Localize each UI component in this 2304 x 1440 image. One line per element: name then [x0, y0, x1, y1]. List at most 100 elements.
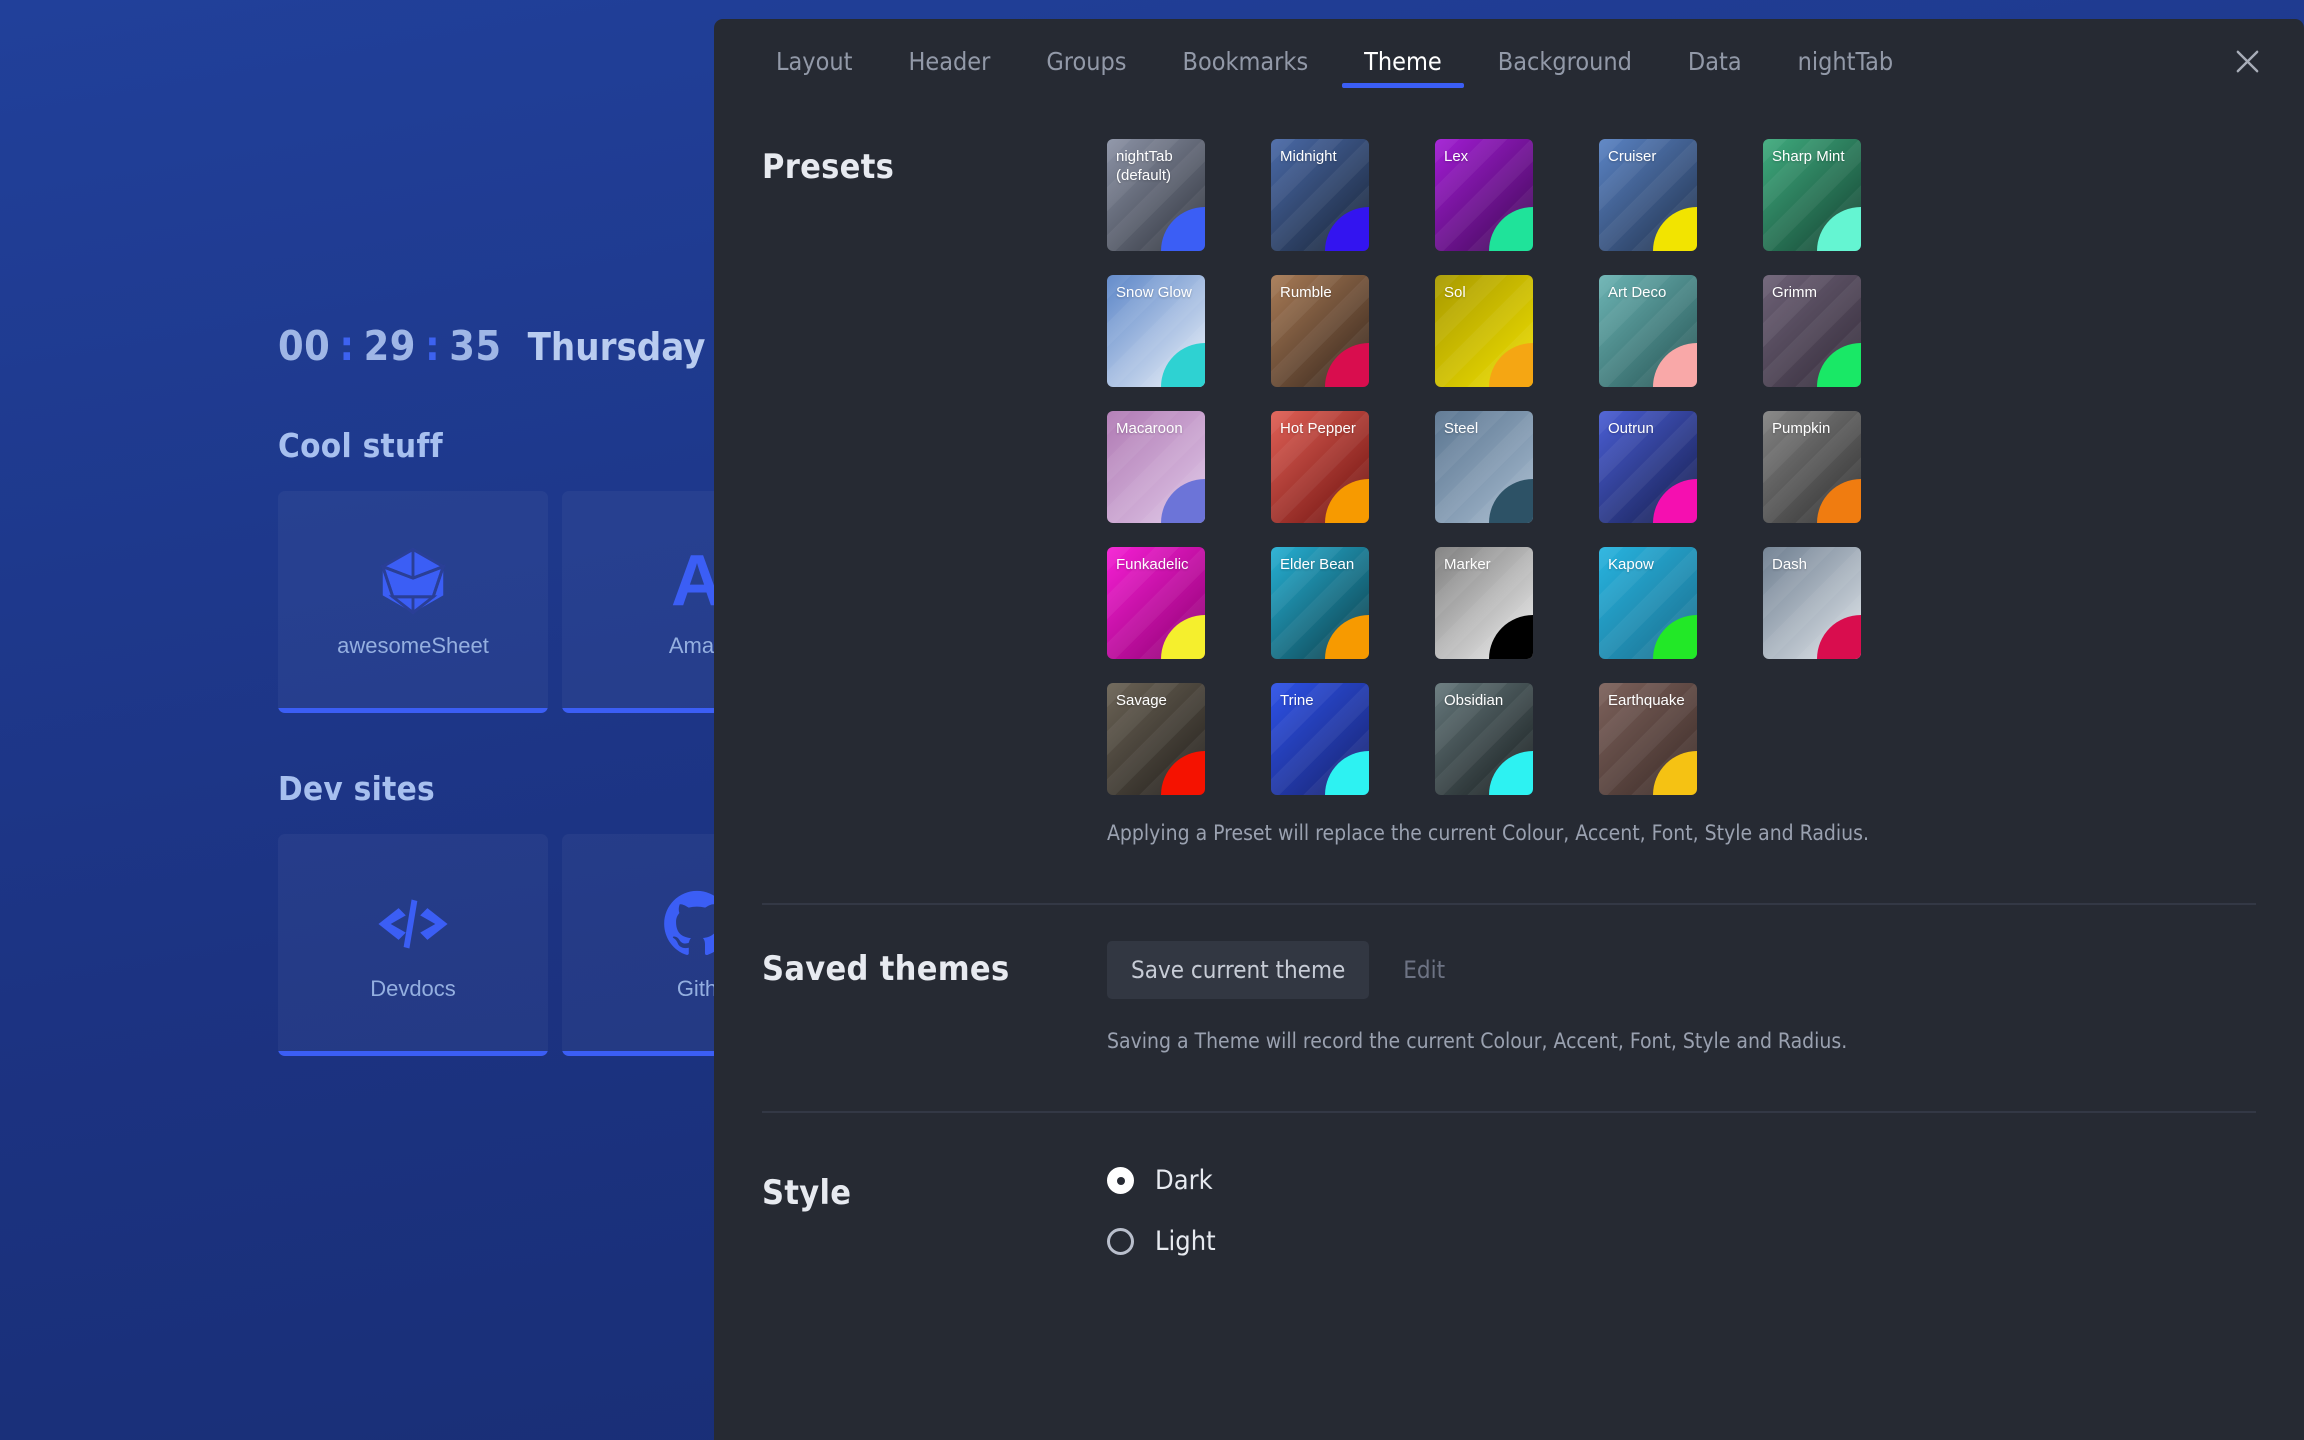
presets-hint: Applying a Preset will replace the curre… [1107, 821, 1869, 845]
preset-outrun[interactable]: Outrun [1599, 411, 1697, 523]
preset-dash[interactable]: Dash [1763, 547, 1861, 659]
close-icon[interactable] [2216, 19, 2278, 103]
clock-separator: : [424, 322, 441, 370]
preset-nighttab[interactable]: nightTab (default) [1107, 139, 1205, 251]
preset-name: Kapow [1608, 556, 1654, 573]
preset-pumpkin[interactable]: Pumpkin [1763, 411, 1861, 523]
tab-label: Header [908, 46, 991, 76]
clock: 00 : 29 : 35 [278, 322, 502, 370]
preset-elder-bean[interactable]: Elder Bean [1271, 547, 1369, 659]
preset-snow-glow[interactable]: Snow Glow [1107, 275, 1205, 387]
settings-modal: Layout Header Groups Bookmarks Theme Backgrou… [714, 19, 2304, 1440]
preset-art-deco[interactable]: Art Deco [1599, 275, 1697, 387]
bookmark-label: Gith [676, 976, 718, 1001]
modal-content: Presets nightTab (default) Midnight Lex Cru… [714, 103, 2304, 1440]
preset-grimm[interactable]: Grimm [1763, 275, 1861, 387]
style-option-label: Dark [1155, 1165, 1213, 1196]
preset-name: Trine [1280, 692, 1314, 709]
preset-savage[interactable]: Savage [1107, 683, 1205, 795]
style-options: Dark Light [1107, 1165, 2256, 1287]
preset-name: Steel [1444, 420, 1479, 437]
preset-sol[interactable]: Sol [1435, 275, 1533, 387]
modal-tab-bar: Layout Header Groups Bookmarks Theme Backgrou… [714, 19, 2304, 103]
preset-sharp-mint[interactable]: Sharp Mint [1763, 139, 1861, 251]
preset-name: Outrun [1608, 420, 1654, 437]
tab-label: nightTab [1797, 46, 1894, 76]
preset-steel[interactable]: Steel [1435, 411, 1533, 523]
saved-themes-label: Saved themes [762, 949, 1010, 989]
date-weekday: Thursday [527, 325, 706, 369]
preset-name: Funkadelic [1116, 556, 1189, 573]
tab-label: Data [1687, 46, 1742, 76]
tab-label: Layout [776, 46, 853, 76]
presets-section: Presets nightTab (default) Midnight Lex Cru… [762, 103, 2256, 845]
bookmark-label: awesomeSheet [337, 633, 489, 658]
preset-name: Marker [1444, 556, 1491, 573]
tab-data[interactable]: Data [1660, 19, 1770, 103]
tab-bookmarks[interactable]: Bookmarks [1155, 19, 1337, 103]
preset-name: Sol [1444, 284, 1466, 301]
tab-label: Groups [1046, 46, 1127, 76]
save-current-theme-button[interactable]: Save current theme [1107, 941, 1370, 999]
tab-label: Theme [1364, 46, 1442, 76]
preset-name: Dash [1772, 556, 1808, 573]
preset-name: Lex [1444, 148, 1469, 165]
saved-themes-hint: Saving a Theme will record the current C… [1107, 1029, 1848, 1053]
tab-theme[interactable]: Theme [1336, 19, 1470, 103]
tab-header[interactable]: Header [880, 19, 1018, 103]
style-section: Style Dark Light [762, 1113, 2256, 1287]
preset-name: Sharp Mint [1772, 148, 1845, 165]
presets-label: Presets [762, 147, 895, 187]
preset-name: Snow Glow [1116, 284, 1192, 301]
preset-obsidian[interactable]: Obsidian [1435, 683, 1533, 795]
preset-name: Cruiser [1608, 148, 1657, 165]
clock-minutes: 29 [363, 322, 416, 370]
preset-name: Grimm [1772, 284, 1817, 301]
preset-name: Earthquake [1608, 692, 1685, 709]
bookmark-awesomesheet[interactable]: awesomeSheet [278, 491, 548, 713]
preset-name: Rumble [1280, 284, 1332, 301]
preset-rumble[interactable]: Rumble [1271, 275, 1369, 387]
preset-name: Savage [1116, 692, 1167, 709]
preset-name: Pumpkin [1772, 420, 1831, 437]
tab-spacer [1921, 19, 2216, 103]
preset-marker[interactable]: Marker [1435, 547, 1533, 659]
bookmark-devdocs[interactable]: Devdocs [278, 834, 548, 1056]
style-option-dark[interactable]: Dark [1107, 1165, 2256, 1196]
tab-groups[interactable]: Groups [1018, 19, 1154, 103]
clock-separator: : [339, 322, 355, 370]
tab-layout[interactable]: Layout [748, 19, 880, 103]
tab-nighttab[interactable]: nightTab [1770, 19, 1922, 103]
preset-name: nightTab (default) [1116, 148, 1173, 185]
preset-name: Midnight [1280, 148, 1337, 165]
preset-name: Elder Bean [1280, 556, 1355, 573]
preset-earthquake[interactable]: Earthquake [1599, 683, 1697, 795]
preset-kapow[interactable]: Kapow [1599, 547, 1697, 659]
preset-hot-pepper[interactable]: Hot Pepper [1271, 411, 1369, 523]
preset-name: Obsidian [1444, 692, 1504, 709]
bookmark-label: Devdocs [370, 976, 456, 1001]
preset-name: Hot Pepper [1280, 420, 1356, 437]
clock-seconds: 35 [449, 322, 502, 370]
radio-button[interactable] [1107, 1167, 1134, 1194]
preset-macaroon[interactable]: Macaroon [1107, 411, 1205, 523]
tab-label: Bookmarks [1182, 46, 1309, 76]
saved-themes-buttons: Save current theme Edit [1107, 941, 2256, 999]
tab-label: Background [1497, 46, 1632, 76]
style-label: Style [762, 1173, 852, 1213]
preset-midnight[interactable]: Midnight [1271, 139, 1369, 251]
clock-hours: 00 [278, 322, 331, 370]
preset-grid: nightTab (default) Midnight Lex Cruiser Shar… [1107, 139, 2256, 795]
preset-trine[interactable]: Trine [1271, 683, 1369, 795]
preset-lex[interactable]: Lex [1435, 139, 1533, 251]
style-option-light[interactable]: Light [1107, 1226, 2256, 1257]
code-icon [377, 888, 449, 960]
preset-funkadelic[interactable]: Funkadelic [1107, 547, 1205, 659]
preset-name: Macaroon [1116, 420, 1183, 437]
preset-cruiser[interactable]: Cruiser [1599, 139, 1697, 251]
tab-background[interactable]: Background [1470, 19, 1660, 103]
style-option-label: Light [1155, 1226, 1216, 1257]
radio-button[interactable] [1107, 1228, 1134, 1255]
preset-name: Art Deco [1608, 284, 1667, 301]
edit-themes-button[interactable]: Edit [1379, 941, 1469, 999]
